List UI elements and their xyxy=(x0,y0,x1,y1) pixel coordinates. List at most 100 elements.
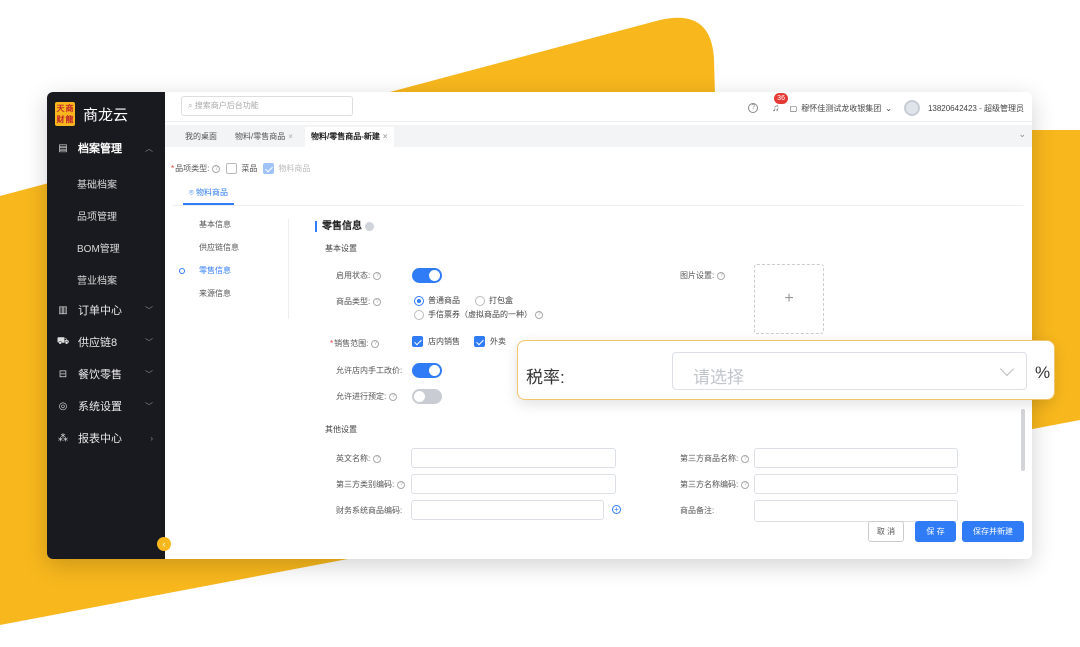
stage: 天商 财龍 商龙云 ▤ 档案管理 ︿ 基础档案 品项管理 BOM管理 营业档案 … xyxy=(0,0,1080,647)
sidebar-item-bom[interactable]: BOM管理 xyxy=(77,240,120,255)
image-upload[interactable]: + xyxy=(754,264,824,334)
question-icon: ? xyxy=(717,271,726,280)
tab-retail-goods-new[interactable]: 物料/零售商品-新建 × xyxy=(305,127,394,147)
sidebar-group-retail[interactable]: ⊟ 餐饮零售 ﹀ xyxy=(47,360,165,388)
org-selector[interactable]: 穆怀佳测试龙收银集团 xyxy=(801,103,881,114)
sidebar: 天商 财龍 商龙云 ▤ 档案管理 ︿ 基础档案 品项管理 BOM管理 营业档案 … xyxy=(47,92,165,559)
goods-type-label: 商品类型:? xyxy=(336,296,382,307)
tax-rate-unit: % xyxy=(1035,363,1051,382)
truck-icon: ⛟ xyxy=(56,335,70,347)
save-button[interactable]: 保 存 xyxy=(915,521,956,542)
cube-icon: ⌾ xyxy=(189,188,194,197)
bell-icon[interactable]: ♫ 36 xyxy=(772,92,788,114)
tab-bar: 我的桌面 物料/零售商品 × 物料/零售商品-新建 × ⌄ xyxy=(165,125,1032,147)
tab-retail-goods[interactable]: 物料/零售商品 × xyxy=(229,127,299,147)
close-icon[interactable]: × xyxy=(383,132,388,141)
cancel-button[interactable]: 取 消 xyxy=(868,521,904,542)
tax-rate-label: 税率: xyxy=(526,368,565,387)
chevron-down-icon xyxy=(999,361,1015,377)
sidebar-group-settings[interactable]: ◎ 系统设置 ﹀ xyxy=(47,392,165,420)
anchor-source-info[interactable]: 来源信息 xyxy=(179,288,288,311)
manual-price-toggle[interactable] xyxy=(412,363,442,378)
logo[interactable]: 天商 财龍 商龙云 xyxy=(55,102,128,126)
preorder-toggle[interactable] xyxy=(412,389,442,404)
anchor-basic-info[interactable]: 基本信息 xyxy=(179,219,288,242)
third-name-code-input[interactable] xyxy=(754,474,958,494)
topbar-right: ? ♫ 36 ▢ 穆怀佳测试龙收银集团 ⌄ 13820642423 - 超级管理… xyxy=(748,92,1024,116)
goods-type-voucher[interactable]: 手信票券（虚拟商品的一种）? xyxy=(414,309,543,320)
avatar[interactable] xyxy=(903,100,920,116)
help-icon[interactable]: ? xyxy=(748,103,759,113)
manual-price-label: 允许店内手工改价: xyxy=(336,366,403,375)
category-row: * 品项类型:? 菜品 物料商品 xyxy=(171,163,311,174)
chevron-down-icon: ﹀ xyxy=(145,369,153,379)
third-category-code-input[interactable] xyxy=(411,474,616,494)
sidebar-group-archive[interactable]: ▤ 档案管理 ︿ xyxy=(47,134,165,162)
cart-icon: ⊟ xyxy=(58,368,68,380)
chevron-down-icon: ﹀ xyxy=(145,305,153,315)
other-settings-title: 其他设置 xyxy=(325,425,357,434)
logo-text: 商龙云 xyxy=(83,106,129,124)
finance-code-label: 财务系统商品编码: xyxy=(336,506,403,515)
tax-rate-callout: 税率: 请选择 % xyxy=(517,340,1055,400)
sales-scope-instore[interactable]: 店内销售 xyxy=(412,336,460,348)
question-icon: ? xyxy=(371,339,380,348)
english-name-input[interactable] xyxy=(411,448,616,468)
preorder-label: 允许进行预定:? xyxy=(336,391,398,402)
settings-icon: ◎ xyxy=(58,400,68,412)
add-circle-icon[interactable]: + xyxy=(612,505,621,514)
close-icon[interactable]: × xyxy=(288,132,293,141)
enable-status-toggle[interactable] xyxy=(412,268,442,283)
question-icon: ? xyxy=(373,271,382,280)
chevron-down-icon[interactable]: ⌄ xyxy=(1018,129,1026,140)
section-title: 零售信息 xyxy=(315,221,374,232)
image-settings-label: 图片设置:? xyxy=(680,270,726,281)
sidebar-collapse-button[interactable]: ‹ xyxy=(157,537,171,551)
chevron-down-icon: ⌄ xyxy=(885,103,892,113)
save-and-new-button[interactable]: 保存并新建 xyxy=(962,521,1024,542)
goods-type-box[interactable]: 打包盒 xyxy=(475,295,513,306)
anchor-supply-info[interactable]: 供应链信息 xyxy=(179,242,288,265)
report-icon: ⁂ xyxy=(58,432,68,444)
enable-status-label: 启用状态:? xyxy=(336,270,382,281)
goods-type-normal[interactable]: 普通商品 xyxy=(414,295,460,306)
question-icon: ? xyxy=(389,392,398,401)
sidebar-group-supply[interactable]: ⛟ 供应链8 ﹀ xyxy=(47,328,165,356)
tax-rate-select[interactable]: 请选择 xyxy=(672,352,1027,390)
question-icon: ? xyxy=(373,297,382,306)
material-goods-checkbox[interactable] xyxy=(263,163,275,174)
topbar: ⌕ 搜索商户后台功能 ? ♫ 36 ▢ 穆怀佳测试龙收银集团 ⌄ 1382064… xyxy=(165,92,1032,122)
question-icon: ? xyxy=(741,480,750,489)
sidebar-item-item-management[interactable]: 品项管理 xyxy=(77,208,117,223)
remark-input[interactable] xyxy=(754,500,958,522)
chevron-down-icon: ﹀ xyxy=(145,401,153,411)
third-goods-name-input[interactable] xyxy=(754,448,958,468)
tab-desktop[interactable]: 我的桌面 xyxy=(179,127,223,147)
question-icon: ? xyxy=(373,454,382,463)
third-goods-name-label: 第三方商品名称:? xyxy=(680,453,750,464)
chevron-right-icon: › xyxy=(150,433,153,443)
anchor-retail-info[interactable]: 零售信息 xyxy=(179,265,288,288)
sidebar-group-reports[interactable]: ⁂ 报表中心 › xyxy=(47,424,165,452)
third-name-code-label: 第三方名称编码:? xyxy=(680,479,750,490)
search-input[interactable]: ⌕ 搜索商户后台功能 xyxy=(181,96,353,116)
sidebar-item-basic-archive[interactable]: 基础档案 xyxy=(77,176,117,191)
basic-settings-title: 基本设置 xyxy=(325,244,357,253)
question-icon: ? xyxy=(212,164,221,173)
remark-label: 商品备注: xyxy=(680,506,715,515)
dish-checkbox[interactable] xyxy=(226,163,238,174)
divider xyxy=(173,205,1023,206)
app-window: 天商 财龍 商龙云 ▤ 档案管理 ︿ 基础档案 品项管理 BOM管理 营业档案 … xyxy=(47,92,1032,559)
notification-badge: 36 xyxy=(774,92,788,104)
anchor-nav: 基本信息 供应链信息 零售信息 来源信息 xyxy=(179,219,289,319)
user-info[interactable]: 13820642423 - 超级管理员 xyxy=(928,103,1024,114)
order-icon: ▥ xyxy=(58,304,68,316)
finance-code-input[interactable] xyxy=(411,500,604,520)
archive-icon: ▤ xyxy=(58,142,68,154)
sales-scope-delivery[interactable]: 外卖 xyxy=(474,336,506,348)
sidebar-item-business-archive[interactable]: 营业档案 xyxy=(77,272,117,287)
sidebar-group-orders[interactable]: ▥ 订单中心 ﹀ xyxy=(47,296,165,324)
chevron-up-icon: ︿ xyxy=(145,143,153,153)
tab-material-goods[interactable]: ⌾ 物料商品 xyxy=(183,187,235,205)
scrollbar[interactable] xyxy=(1021,409,1025,471)
